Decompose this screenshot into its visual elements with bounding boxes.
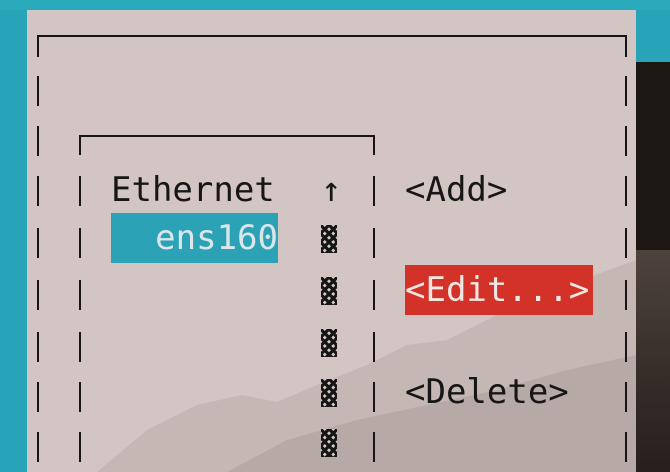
delete-button[interactable]: <Delete>	[405, 367, 569, 417]
list-frame-right-5	[373, 382, 375, 412]
list-frame-left-4	[79, 332, 81, 362]
list-frame-right-6	[373, 432, 375, 462]
outer-frame-right-1	[625, 76, 627, 106]
nmtui-window: Ethernet ↑ ens160 <Add> <Edit...> <Delet…	[27, 10, 636, 472]
list-category-ethernet: Ethernet	[111, 170, 275, 210]
scrollbar-track-1[interactable]	[321, 225, 337, 253]
outer-frame-top-right	[625, 35, 627, 57]
outer-frame-right-8	[625, 432, 627, 462]
outer-frame-left-8	[37, 432, 39, 462]
outer-frame-left-6	[37, 332, 39, 362]
desktop-background	[0, 0, 670, 10]
outer-frame-right-7	[625, 382, 627, 412]
desktop-wallpaper-rock	[636, 250, 670, 472]
list-frame-left-6	[79, 432, 81, 462]
list-frame-left-3	[79, 280, 81, 310]
outer-frame-right-6	[625, 332, 627, 362]
list-frame-right-3	[373, 280, 375, 310]
outer-frame-top	[37, 35, 627, 37]
connection-list-item-ens160[interactable]: ens160	[111, 213, 278, 263]
list-frame-top-left	[79, 135, 81, 155]
outer-frame-right-5	[625, 280, 627, 310]
scrollbar-track-4[interactable]	[321, 379, 337, 407]
list-frame-right-4	[373, 332, 375, 362]
scrollbar-track-5[interactable]	[321, 429, 337, 457]
scroll-up-arrow-icon[interactable]: ↑	[321, 165, 341, 215]
list-frame-left-1	[79, 176, 81, 206]
list-frame-top	[79, 135, 375, 137]
outer-frame-right-4	[625, 228, 627, 258]
list-frame-right-1	[373, 176, 375, 206]
outer-frame-left-2	[37, 126, 39, 156]
edit-button[interactable]: <Edit...>	[405, 265, 593, 315]
outer-frame-right-2	[625, 126, 627, 156]
outer-frame-left-1	[37, 76, 39, 106]
edit-button-label: <Edit...>	[405, 270, 590, 310]
outer-frame-left-4	[37, 228, 39, 258]
add-button[interactable]: <Add>	[405, 165, 507, 215]
connection-name: ens160	[155, 218, 278, 258]
scrollbar-track-3[interactable]	[321, 329, 337, 357]
outer-frame-left-3	[37, 176, 39, 206]
list-frame-left-2	[79, 228, 81, 258]
scrollbar-track-2[interactable]	[321, 277, 337, 305]
list-frame-top-right	[373, 135, 375, 155]
outer-frame-left-5	[37, 280, 39, 310]
outer-frame-top-left	[37, 35, 39, 57]
outer-frame-left-7	[37, 382, 39, 412]
outer-frame-right-3	[625, 176, 627, 206]
list-frame-left-5	[79, 382, 81, 412]
list-frame-right-2	[373, 228, 375, 258]
